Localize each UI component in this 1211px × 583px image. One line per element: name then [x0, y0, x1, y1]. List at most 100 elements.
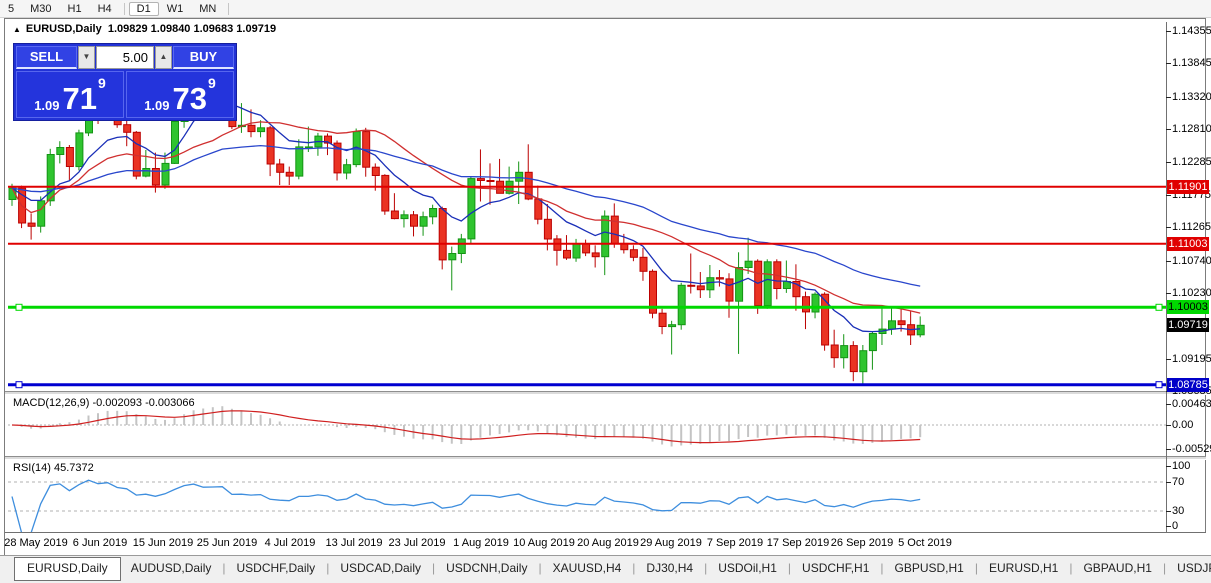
- volume-increase-button[interactable]: ▲: [155, 46, 172, 69]
- chart-tab-audusd-daily[interactable]: AUDUSD,Daily: [121, 556, 222, 579]
- buy-price-display[interactable]: 1.09 73 9: [126, 71, 234, 118]
- sell-price-big: 71: [63, 85, 97, 113]
- timeframe-button-mn[interactable]: MN: [191, 2, 224, 16]
- chart-tab-usdjp[interactable]: USDJP: [1167, 556, 1211, 579]
- chart-tab-gbpusd-h1[interactable]: GBPUSD,H1: [885, 556, 974, 579]
- volume-input[interactable]: [96, 46, 154, 69]
- price-axis-tick-label: 1.10740: [1172, 255, 1210, 268]
- macd-axis-tick-label: -0.00529: [1172, 443, 1210, 456]
- price-axis-border: [1166, 22, 1167, 532]
- candle: [793, 264, 800, 310]
- chart-tab-usdcad-daily[interactable]: USDCAD,Daily: [330, 556, 431, 579]
- sell-price-display[interactable]: 1.09 71 9: [16, 71, 124, 118]
- buy-button[interactable]: BUY: [173, 46, 234, 69]
- timeframe-button-w1[interactable]: W1: [159, 2, 192, 16]
- buy-price-prefix: 1.09: [144, 98, 169, 113]
- chart-tab-eurusd-daily[interactable]: EURUSD,Daily: [14, 557, 121, 581]
- candle: [391, 193, 398, 219]
- toolbar-separator: [228, 3, 229, 15]
- axis-tick: [1166, 511, 1171, 512]
- candle: [28, 214, 35, 240]
- candle: [650, 269, 657, 318]
- axis-tick: [1166, 526, 1171, 527]
- candle: [143, 150, 150, 177]
- axis-tick: [1166, 129, 1171, 130]
- axis-tick: [1166, 466, 1171, 467]
- candle: [401, 210, 408, 227]
- chart-tab-usdchf-daily[interactable]: USDCHF,Daily: [227, 556, 326, 579]
- timeframe-button-h4[interactable]: H4: [90, 2, 120, 16]
- chart-ohlc-values: 1.09829 1.09840 1.09683 1.09719: [108, 23, 276, 35]
- rsi-indicator-label: RSI(14) 45.7372: [13, 462, 94, 474]
- horizontal-level-line[interactable]: [8, 304, 1166, 310]
- price-axis-tick-label: 1.12810: [1172, 123, 1210, 136]
- candle: [564, 235, 571, 260]
- chart-tab-xauusd-h4[interactable]: XAUUSD,H4: [543, 556, 632, 579]
- sell-button[interactable]: SELL: [16, 46, 77, 69]
- price-axis-tick-label: 1.14355: [1172, 25, 1210, 38]
- candle: [315, 133, 322, 156]
- rsi-axis-tick-label: 100: [1172, 460, 1210, 473]
- candle: [449, 247, 456, 291]
- sell-price-prefix: 1.09: [34, 98, 59, 113]
- candle: [669, 321, 676, 355]
- chart-tab-usdoil-h1[interactable]: USDOil,H1: [708, 556, 787, 579]
- candle: [382, 174, 389, 215]
- chart-tab-usdchf-h1[interactable]: USDCHF,H1: [792, 556, 879, 579]
- mt4-application: 5M30H1H4D1W1MN 1.143551.138451.133201.12…: [0, 0, 1211, 583]
- chart-tab-usdcnh-daily[interactable]: USDCNH,Daily: [436, 556, 537, 579]
- timeframe-button-h1[interactable]: H1: [60, 2, 90, 16]
- date-axis-label: 7 Sep 2019: [707, 537, 763, 549]
- candle: [19, 186, 26, 229]
- candle: [66, 145, 73, 180]
- date-axis-label: 4 Jul 2019: [265, 537, 316, 549]
- macd-indicator-label: MACD(12,26,9) -0.002093 -0.003066: [13, 397, 195, 409]
- moving-average-line: [12, 146, 920, 287]
- volume-decrease-button[interactable]: ▼: [78, 46, 95, 69]
- price-axis-tick-label: 1.13320: [1172, 91, 1210, 104]
- candle: [716, 270, 723, 287]
- candle: [860, 345, 867, 384]
- chart-tab-dj30-h4[interactable]: DJ30,H4: [636, 556, 703, 579]
- candle: [267, 126, 274, 176]
- candle: [774, 259, 781, 299]
- timeframe-button-d1[interactable]: D1: [129, 2, 159, 16]
- candle: [420, 212, 427, 236]
- candle: [535, 186, 542, 225]
- price-axis-tick-label: 1.10230: [1172, 287, 1210, 300]
- collapse-arrow-icon[interactable]: ▲: [13, 25, 21, 34]
- candle: [296, 139, 303, 179]
- timeframe-button-5[interactable]: 5: [0, 2, 22, 16]
- rsi-axis-tick-label: 30: [1172, 505, 1210, 518]
- candle: [688, 254, 695, 294]
- candle: [697, 272, 704, 298]
- candle: [755, 259, 762, 314]
- current-price-label: 1.09719: [1167, 318, 1209, 332]
- axis-tick: [1166, 404, 1171, 405]
- candle: [812, 292, 819, 318]
- level-price-label: 1.10003: [1167, 300, 1209, 314]
- date-axis-label: 15 Jun 2019: [133, 537, 194, 549]
- buy-price-pip: 9: [208, 75, 216, 91]
- candle: [583, 240, 590, 257]
- axis-tick: [1166, 449, 1171, 450]
- candle: [889, 308, 896, 335]
- chart-tab-gbpaud-h1[interactable]: GBPAUD,H1: [1073, 556, 1161, 579]
- candle: [831, 330, 838, 368]
- date-axis-label: 6 Jun 2019: [73, 537, 127, 549]
- candle: [592, 245, 599, 267]
- timeframe-button-m30[interactable]: M30: [22, 2, 59, 16]
- candle: [124, 119, 131, 146]
- horizontal-level-line[interactable]: [8, 382, 1166, 388]
- buy-price-big: 73: [173, 85, 207, 113]
- candle: [879, 308, 886, 345]
- axis-tick: [1166, 162, 1171, 163]
- chart-tab-eurusd-h1[interactable]: EURUSD,H1: [979, 556, 1068, 579]
- candle: [458, 234, 465, 263]
- price-axis-tick-label: 1.11265: [1172, 221, 1210, 234]
- level-price-label: 1.11003: [1167, 237, 1209, 251]
- rsi-line: [12, 480, 920, 532]
- level-price-label: 1.08785: [1167, 378, 1209, 392]
- candle: [516, 162, 523, 205]
- rsi-panel-chart[interactable]: [8, 460, 1166, 532]
